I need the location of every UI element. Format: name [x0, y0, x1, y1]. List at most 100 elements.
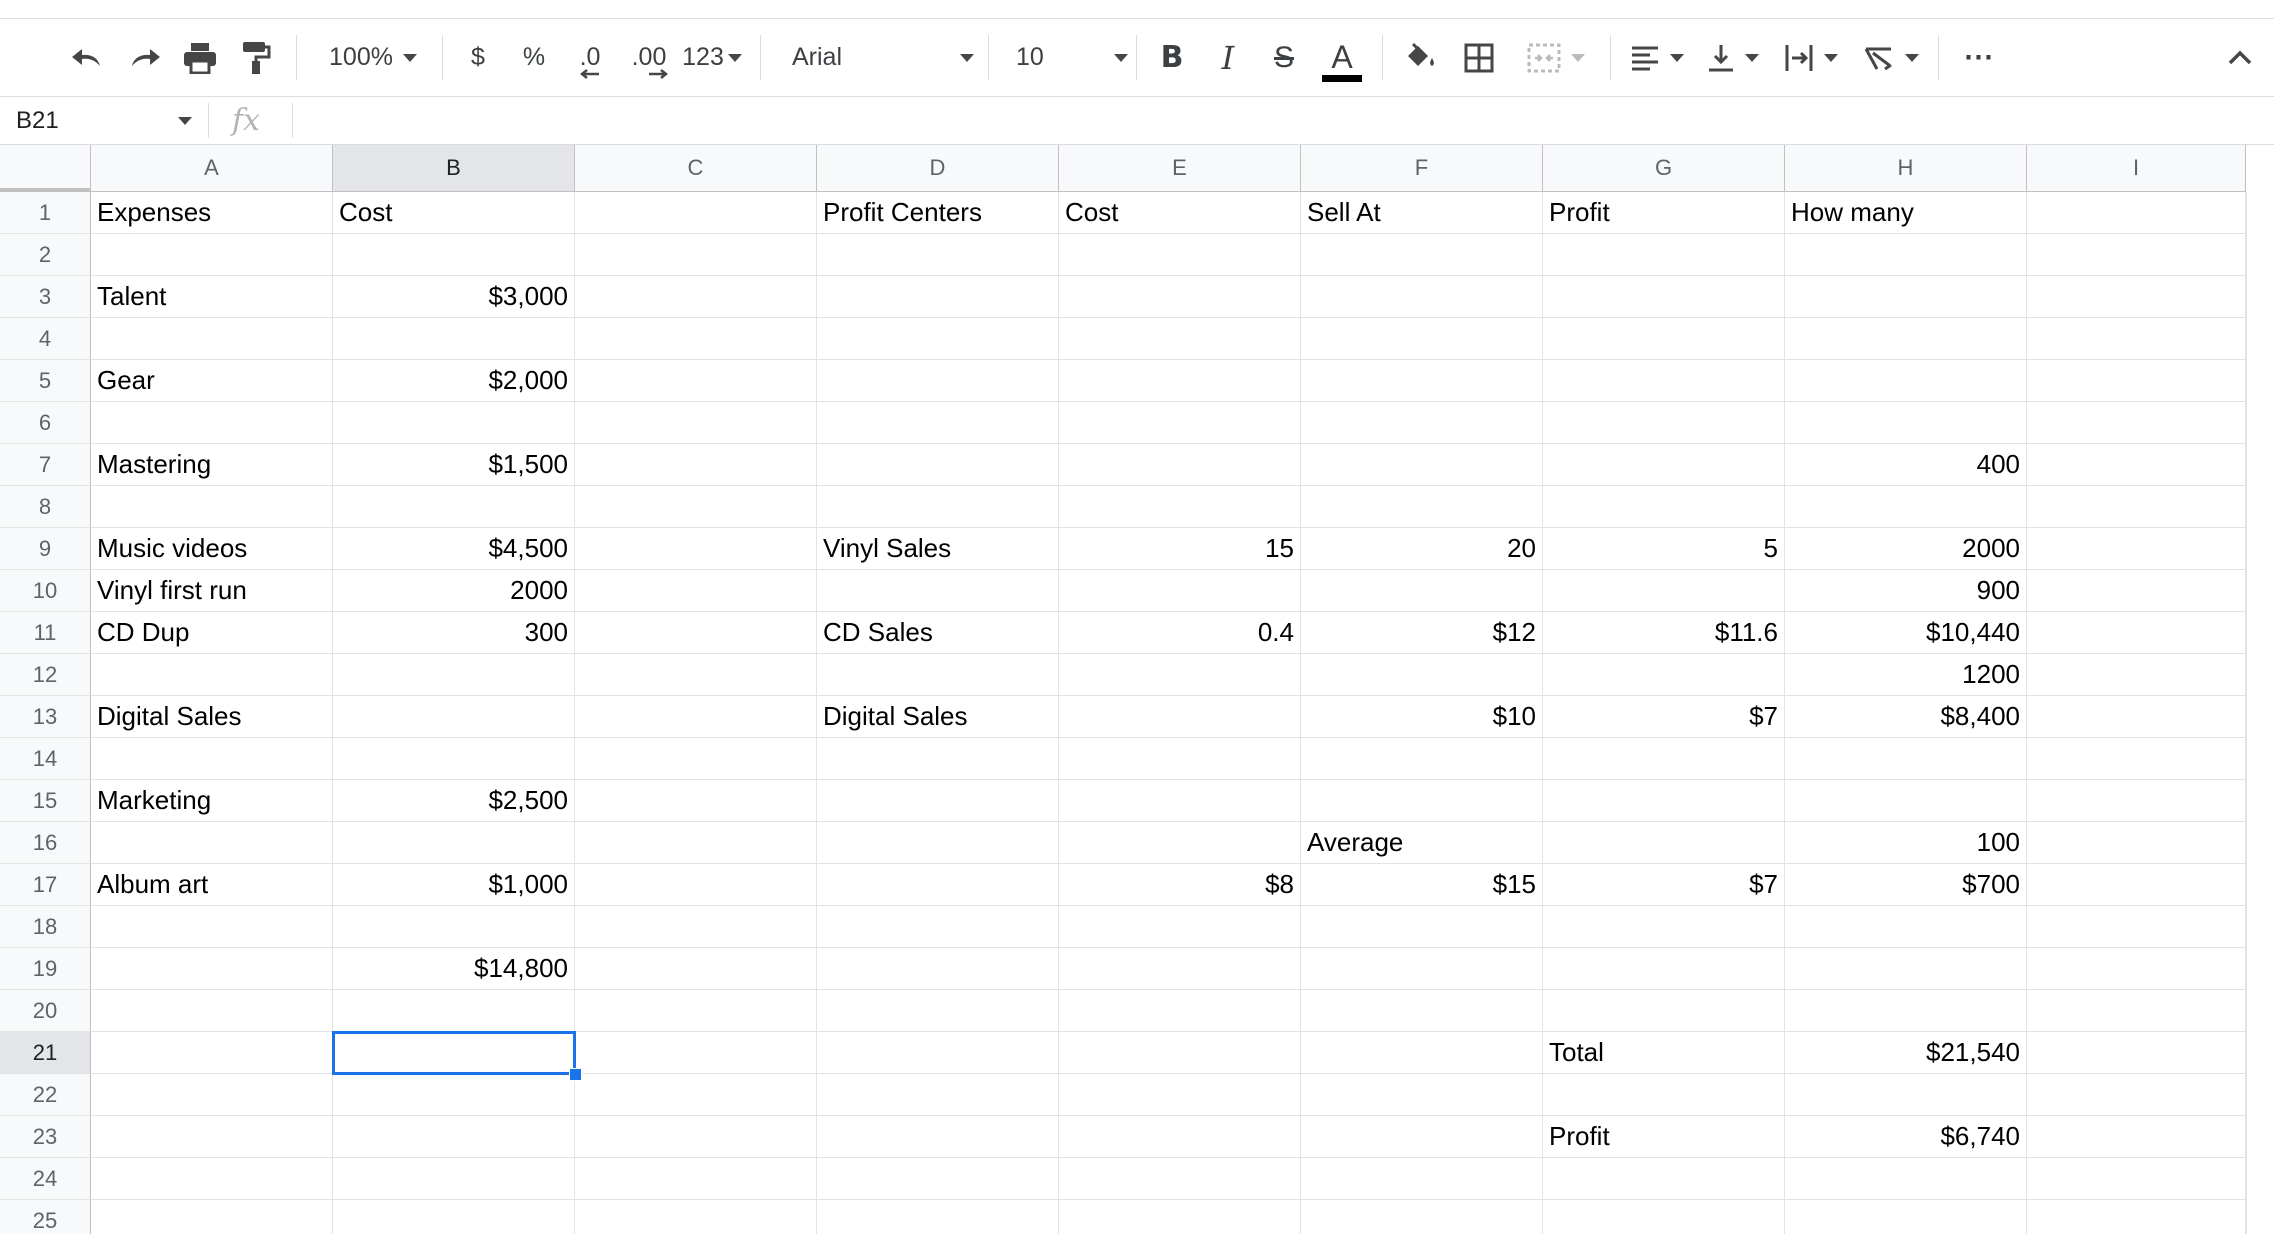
- cell-a18[interactable]: [91, 906, 333, 948]
- cell-c1[interactable]: [575, 192, 817, 234]
- cell-c14[interactable]: [575, 738, 817, 780]
- cell-i15[interactable]: [2027, 780, 2246, 822]
- cell-f13[interactable]: $10: [1301, 696, 1543, 738]
- cell-f3[interactable]: [1301, 276, 1543, 318]
- cell-i8[interactable]: [2027, 486, 2246, 528]
- cell-h24[interactable]: [1785, 1158, 2027, 1200]
- cell-c16[interactable]: [575, 822, 817, 864]
- cell-a17[interactable]: Album art: [91, 864, 333, 906]
- vertical-align-button[interactable]: [1702, 19, 1764, 96]
- cell-b19[interactable]: $14,800: [333, 948, 575, 990]
- cell-h19[interactable]: [1785, 948, 2027, 990]
- decrease-decimal-button[interactable]: .0: [566, 19, 614, 96]
- cell-a2[interactable]: [91, 234, 333, 276]
- cell-i23[interactable]: [2027, 1116, 2246, 1158]
- cell-h3[interactable]: [1785, 276, 2027, 318]
- cell-c21[interactable]: [575, 1032, 817, 1074]
- cell-i14[interactable]: [2027, 738, 2246, 780]
- cell-a15[interactable]: Marketing: [91, 780, 333, 822]
- text-wrapping-button[interactable]: [1780, 19, 1842, 96]
- cell-i17[interactable]: [2027, 864, 2246, 906]
- more-tools-button[interactable]: ⋯: [1954, 19, 2004, 96]
- cell-c6[interactable]: [575, 402, 817, 444]
- zoom-select[interactable]: 100%: [314, 19, 432, 96]
- cell-c4[interactable]: [575, 318, 817, 360]
- cell-c22[interactable]: [575, 1074, 817, 1116]
- cell-e8[interactable]: [1059, 486, 1301, 528]
- cell-c20[interactable]: [575, 990, 817, 1032]
- cell-e16[interactable]: [1059, 822, 1301, 864]
- name-box[interactable]: B21: [16, 97, 59, 144]
- cell-c15[interactable]: [575, 780, 817, 822]
- cell-d23[interactable]: [817, 1116, 1059, 1158]
- cell-h7[interactable]: 400: [1785, 444, 2027, 486]
- cell-g5[interactable]: [1543, 360, 1785, 402]
- cell-d11[interactable]: CD Sales: [817, 612, 1059, 654]
- row-header-19[interactable]: 19: [0, 948, 91, 990]
- row-header-18[interactable]: 18: [0, 906, 91, 948]
- cell-f14[interactable]: [1301, 738, 1543, 780]
- cell-e12[interactable]: [1059, 654, 1301, 696]
- cell-g13[interactable]: $7: [1543, 696, 1785, 738]
- cell-c8[interactable]: [575, 486, 817, 528]
- cell-d3[interactable]: [817, 276, 1059, 318]
- cell-e5[interactable]: [1059, 360, 1301, 402]
- cell-d16[interactable]: [817, 822, 1059, 864]
- row-header-9[interactable]: 9: [0, 528, 91, 570]
- cell-e3[interactable]: [1059, 276, 1301, 318]
- cell-g7[interactable]: [1543, 444, 1785, 486]
- cell-f6[interactable]: [1301, 402, 1543, 444]
- row-header-21[interactable]: 21: [0, 1032, 91, 1074]
- column-header-d[interactable]: D: [817, 145, 1059, 192]
- column-header-b[interactable]: B: [333, 145, 575, 192]
- cell-d17[interactable]: [817, 864, 1059, 906]
- cell-g17[interactable]: $7: [1543, 864, 1785, 906]
- row-header-22[interactable]: 22: [0, 1074, 91, 1116]
- cell-c12[interactable]: [575, 654, 817, 696]
- cell-g4[interactable]: [1543, 318, 1785, 360]
- cell-h20[interactable]: [1785, 990, 2027, 1032]
- cell-a20[interactable]: [91, 990, 333, 1032]
- cell-e13[interactable]: [1059, 696, 1301, 738]
- cell-f19[interactable]: [1301, 948, 1543, 990]
- cell-e20[interactable]: [1059, 990, 1301, 1032]
- spreadsheet-grid[interactable]: A B C D E F G H I 1 Expenses Cost Profit Centers Cost…: [0, 145, 2274, 1234]
- cell-h22[interactable]: [1785, 1074, 2027, 1116]
- cell-i16[interactable]: [2027, 822, 2246, 864]
- cell-i4[interactable]: [2027, 318, 2246, 360]
- cell-h11[interactable]: $10,440: [1785, 612, 2027, 654]
- cell-i24[interactable]: [2027, 1158, 2246, 1200]
- cell-e4[interactable]: [1059, 318, 1301, 360]
- cell-h4[interactable]: [1785, 318, 2027, 360]
- cell-f1[interactable]: Sell At: [1301, 192, 1543, 234]
- column-header-c[interactable]: C: [575, 145, 817, 192]
- cell-d15[interactable]: [817, 780, 1059, 822]
- cell-f4[interactable]: [1301, 318, 1543, 360]
- cell-a24[interactable]: [91, 1158, 333, 1200]
- cell-h15[interactable]: [1785, 780, 2027, 822]
- cell-h13[interactable]: $8,400: [1785, 696, 2027, 738]
- chevron-down-icon[interactable]: [178, 117, 192, 125]
- cell-h21[interactable]: $21,540: [1785, 1032, 2027, 1074]
- cell-e6[interactable]: [1059, 402, 1301, 444]
- cell-c25[interactable]: [575, 1200, 817, 1234]
- cell-b8[interactable]: [333, 486, 575, 528]
- row-header-15[interactable]: 15: [0, 780, 91, 822]
- cell-i2[interactable]: [2027, 234, 2246, 276]
- cell-d9[interactable]: Vinyl Sales: [817, 528, 1059, 570]
- cell-f9[interactable]: 20: [1301, 528, 1543, 570]
- undo-button[interactable]: [62, 19, 114, 96]
- cell-h1[interactable]: How many: [1785, 192, 2027, 234]
- row-header-8[interactable]: 8: [0, 486, 91, 528]
- row-header-5[interactable]: 5: [0, 360, 91, 402]
- cell-c17[interactable]: [575, 864, 817, 906]
- cell-b22[interactable]: [333, 1074, 575, 1116]
- cell-b5[interactable]: $2,000: [333, 360, 575, 402]
- row-header-24[interactable]: 24: [0, 1158, 91, 1200]
- cell-i13[interactable]: [2027, 696, 2246, 738]
- cell-c7[interactable]: [575, 444, 817, 486]
- cell-h25[interactable]: [1785, 1200, 2027, 1234]
- row-header-6[interactable]: 6: [0, 402, 91, 444]
- increase-decimal-button[interactable]: .00: [620, 19, 678, 96]
- cell-a5[interactable]: Gear: [91, 360, 333, 402]
